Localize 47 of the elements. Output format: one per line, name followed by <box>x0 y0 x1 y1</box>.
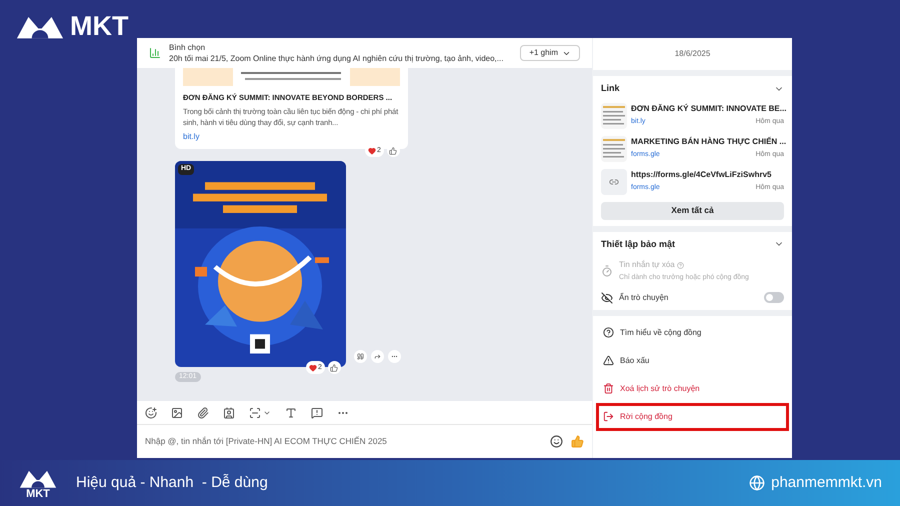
menu-item[interactable]: Rời cộng đồng <box>596 402 789 430</box>
like-button[interactable] <box>328 361 341 374</box>
section-title: Thiết lập bảo mật <box>601 238 676 251</box>
report-icon <box>603 355 614 366</box>
quick-message-icon[interactable] <box>311 406 323 418</box>
screenshot-icon[interactable] <box>249 406 271 418</box>
timer-icon <box>601 265 613 278</box>
pinned-text: 20h tối mai 21/5, Zoom Online thực hành ứng dụng AI nghiên cứu thị trường, tạo ảnh, video,... <box>169 52 504 64</box>
hide-chat-toggle[interactable] <box>764 292 784 303</box>
contact-card-icon[interactable] <box>223 406 235 418</box>
info-icon <box>603 327 614 338</box>
logo-text: MKT <box>26 488 50 500</box>
share-button[interactable] <box>371 350 384 364</box>
delete-icon <box>603 383 614 394</box>
attachment-icon[interactable] <box>197 406 209 418</box>
link-title: ĐƠN ĐĂNG KÝ SUMMIT: INNOVATE BE... <box>631 103 784 116</box>
slogan: Hiệu quả - Nhanh - Dễ dùng <box>76 472 268 493</box>
image-icon[interactable] <box>171 406 183 418</box>
link-domain[interactable]: bit.ly <box>183 131 400 144</box>
menu-item[interactable]: Báo xấu <box>596 346 789 374</box>
sticker-icon[interactable] <box>145 406 157 418</box>
link-icon <box>601 168 627 194</box>
text-format-icon[interactable] <box>285 406 297 418</box>
menu-item[interactable]: Tìm hiểu về cộng đồng <box>596 318 789 346</box>
pinned-bar[interactable]: Bình chọn 20h tối mai 21/5, Zoom Online thực hành ứng dụng AI nghiên cứu thị trường, tạo ảnh, video,... +1 ghim <box>137 38 592 68</box>
setting-label: Tin nhắn tự xóa <box>619 259 675 271</box>
view-all-button[interactable]: Xem tất cả <box>601 202 784 220</box>
emoji-icon[interactable] <box>550 435 563 448</box>
logo-text: MKT <box>70 12 128 40</box>
website: phanmemmkt.vn <box>771 472 882 493</box>
quote-icon <box>357 353 364 360</box>
hidden-eye-icon <box>601 292 613 304</box>
poll-icon <box>149 47 161 59</box>
leave-icon <box>603 411 614 422</box>
setting-label: Ẩn trò chuyện <box>619 292 670 304</box>
globe-icon <box>749 475 766 491</box>
files-note: 18/6/2025 <box>674 48 710 60</box>
link-title: MARKETING BÁN HÀNG THỰC CHIẾN ... <box>631 136 784 148</box>
like-button[interactable] <box>386 144 400 158</box>
section-title: Link <box>601 82 620 95</box>
quote-button[interactable] <box>354 350 367 364</box>
link-title: https://forms.gle/4CeVfwLiFziSwhrv5 <box>631 169 772 182</box>
menu-item[interactable]: Xoá lịch sử trò chuyện <box>596 374 789 402</box>
pinned-title: Bình chọn <box>169 42 206 52</box>
more-pins-button[interactable]: +1 ghim <box>520 45 580 61</box>
thumbs-up-icon[interactable] <box>571 435 584 448</box>
forward-arrow-icon <box>374 353 381 360</box>
